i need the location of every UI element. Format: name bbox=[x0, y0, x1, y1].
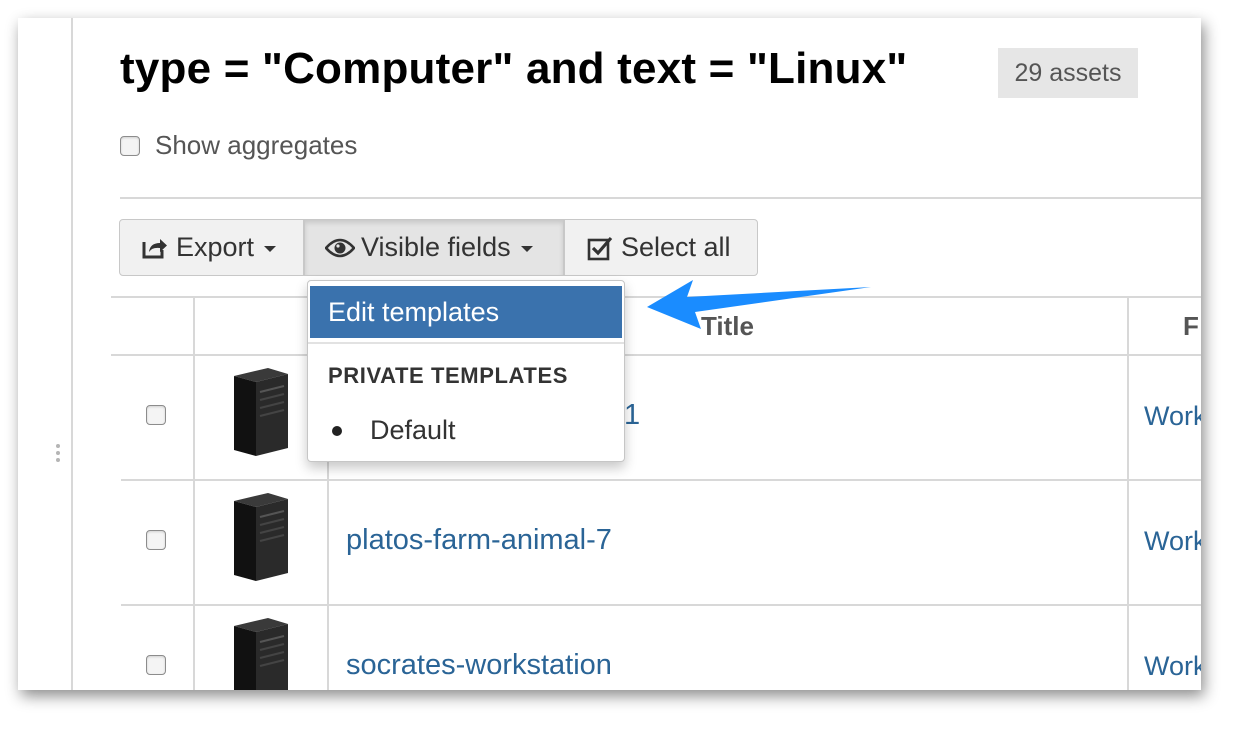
assets-panel: type = "Computer" and text = "Linux" 29 … bbox=[18, 18, 1201, 690]
annotation-arrow-icon bbox=[647, 280, 871, 329]
